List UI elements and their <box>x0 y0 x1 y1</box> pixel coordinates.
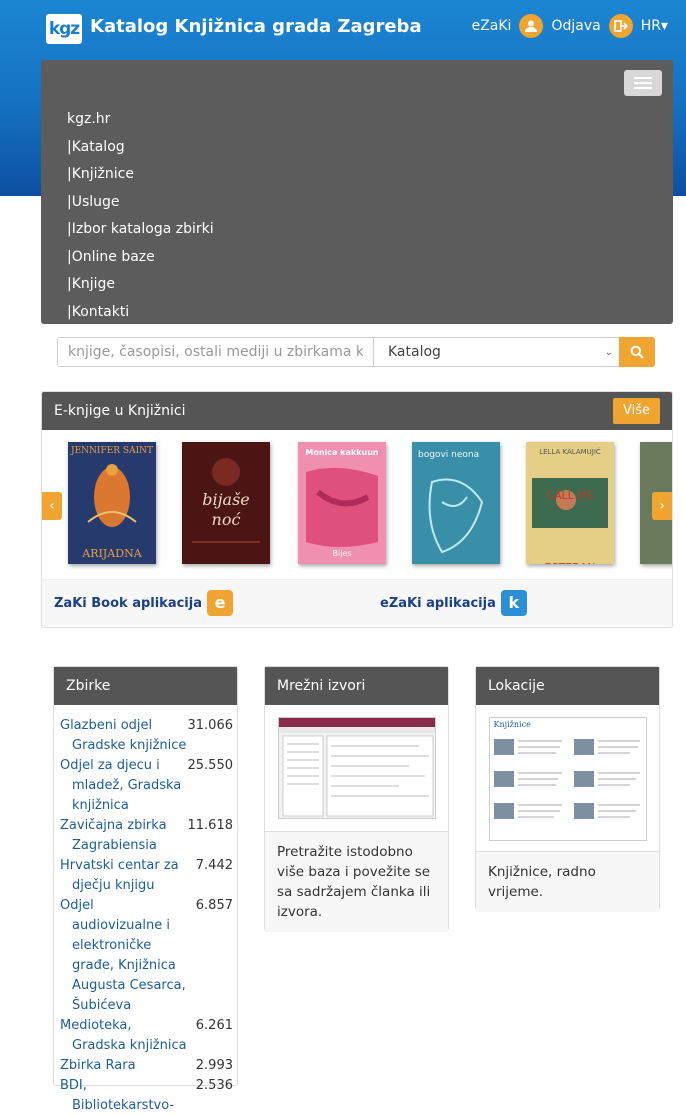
nav-menu: kgz.hr |Katalog |Knjižnice |Usluge |Izbo… <box>41 60 673 324</box>
ebooks-title: E-knjige u Knjižnici <box>54 403 186 419</box>
list-item[interactable]: Medioteka, Gradska knjižnica 6.261 <box>60 1016 233 1056</box>
nav-item-kontakti[interactable]: |Kontakti <box>67 299 214 327</box>
user-icon[interactable] <box>519 14 544 38</box>
list-item[interactable]: Odjel za djecu i mladež, Gradska knjižni… <box>60 756 233 816</box>
locations-thumbnail[interactable]: Knjižnice <box>488 717 647 841</box>
list-item[interactable]: BDI, Bibliotekarstvo- 2.536 <box>60 1076 233 1116</box>
collections-title: Zbirke <box>54 667 237 705</box>
chevron-left-icon[interactable]: ‹ <box>42 492 62 520</box>
ebooks-carousel: ‹ JENNIFER SAINT ARIJADNA bijaše noć Mon… <box>42 430 672 580</box>
online-resources-panel: Mrežni izvori Pretražite istodobno više … <box>264 666 449 932</box>
logout-link[interactable]: Odjava <box>551 18 600 34</box>
book-cover[interactable]: LELLA KALAMUJIĆ CALL ME ESTEBAN <box>526 442 614 564</box>
nav-list: kgz.hr |Katalog |Knjižnice |Usluge |Izbo… <box>67 106 214 326</box>
language-selector[interactable]: HR▾ <box>641 18 668 34</box>
nav-item-knjige[interactable]: |Knjige <box>67 271 214 299</box>
ebooks-header: E-knjige u Knjižnici Više <box>42 392 672 430</box>
nav-item-online-baze[interactable]: |Online baze <box>67 244 214 272</box>
hamburger-menu-icon[interactable] <box>624 70 662 96</box>
ebooks-panel: E-knjige u Knjižnici Više ‹ JENNIFER SAI… <box>41 391 673 628</box>
search-scope-select[interactable]: Katalog ⌄ <box>374 338 619 366</box>
kgz-logo[interactable]: kgz <box>46 14 82 44</box>
nav-item-knjiznice[interactable]: |Knjižnice <box>67 161 214 189</box>
more-button[interactable]: Više <box>613 398 660 424</box>
logout-icon[interactable] <box>608 14 633 38</box>
collections-list: Glazbeni odjel Gradske knjižnice 31.066 O… <box>54 705 237 1116</box>
list-item[interactable]: Glazbeni odjel Gradske knjižnice 31.066 <box>60 716 233 756</box>
zaki-book-app-icon: e <box>207 590 233 616</box>
ezaki-app-icon: k <box>500 590 527 616</box>
list-item[interactable]: Hrvatski centar za dječju knjigu 7.442 <box>60 856 233 896</box>
search-input[interactable] <box>58 338 374 366</box>
locations-title: Lokacije <box>476 667 659 705</box>
site-title[interactable]: Katalog Knjižnica grada Zagreba <box>90 16 422 37</box>
search-bar: Katalog ⌄ <box>57 337 655 367</box>
locations-panel: Lokacije Knjižnice Knjižnice, radno vrij… <box>475 666 660 912</box>
top-bar: kgz Katalog Knjižnica grada Zagreba eZaK… <box>0 0 686 56</box>
locations-thumb-heading: Knjižnice <box>493 720 531 729</box>
user-links: eZaKi Odjava HR▾ <box>470 14 670 38</box>
book-cover[interactable]: JENNIFER SAINT ARIJADNA <box>68 442 156 564</box>
online-resources-thumbnail[interactable] <box>277 717 436 819</box>
zaki-book-app-link[interactable]: ZaKi Book aplikacija e <box>54 590 380 616</box>
ezaki-app-link[interactable]: eZaKi aplikacija k <box>380 590 527 616</box>
list-item[interactable]: Zbirka Rara 2.993 <box>60 1056 233 1076</box>
search-button[interactable] <box>619 337 655 367</box>
book-cover[interactable]: bogovi neona <box>412 442 500 564</box>
locations-text: Knjižnice, radno vrijeme. <box>476 851 659 912</box>
collections-panel: Zbirke Glazbeni odjel Gradske knjižnice 3… <box>53 666 238 1113</box>
list-item[interactable]: Odjel audiovizualne i elektroničke građe… <box>60 896 233 1016</box>
online-resources-title: Mrežni izvori <box>265 667 448 705</box>
apps-row: ZaKi Book aplikacija e eZaKi aplikacija … <box>42 580 672 626</box>
nav-item-kgz[interactable]: kgz.hr <box>67 106 214 134</box>
search-icon <box>630 345 644 359</box>
chevron-right-icon[interactable]: › <box>652 492 672 520</box>
nav-item-usluge[interactable]: |Usluge <box>67 189 214 217</box>
ezaki-link[interactable]: eZaKi <box>472 18 512 34</box>
list-item[interactable]: Zavičajna zbirka Zagrabiensia 11.618 <box>60 816 233 856</box>
nav-item-izbor-kataloga[interactable]: |Izbor kataloga zbirki <box>67 216 214 244</box>
book-cover[interactable]: bijaše noć <box>182 442 270 564</box>
nav-item-katalog[interactable]: |Katalog <box>67 134 214 162</box>
book-cover[interactable]: Monica kakkuun Bijes <box>298 442 386 564</box>
online-resources-text: Pretražite istodobno više baza i povežit… <box>265 831 448 932</box>
chevron-down-icon: ⌄ <box>604 346 613 358</box>
search-scope-value: Katalog <box>388 344 441 360</box>
